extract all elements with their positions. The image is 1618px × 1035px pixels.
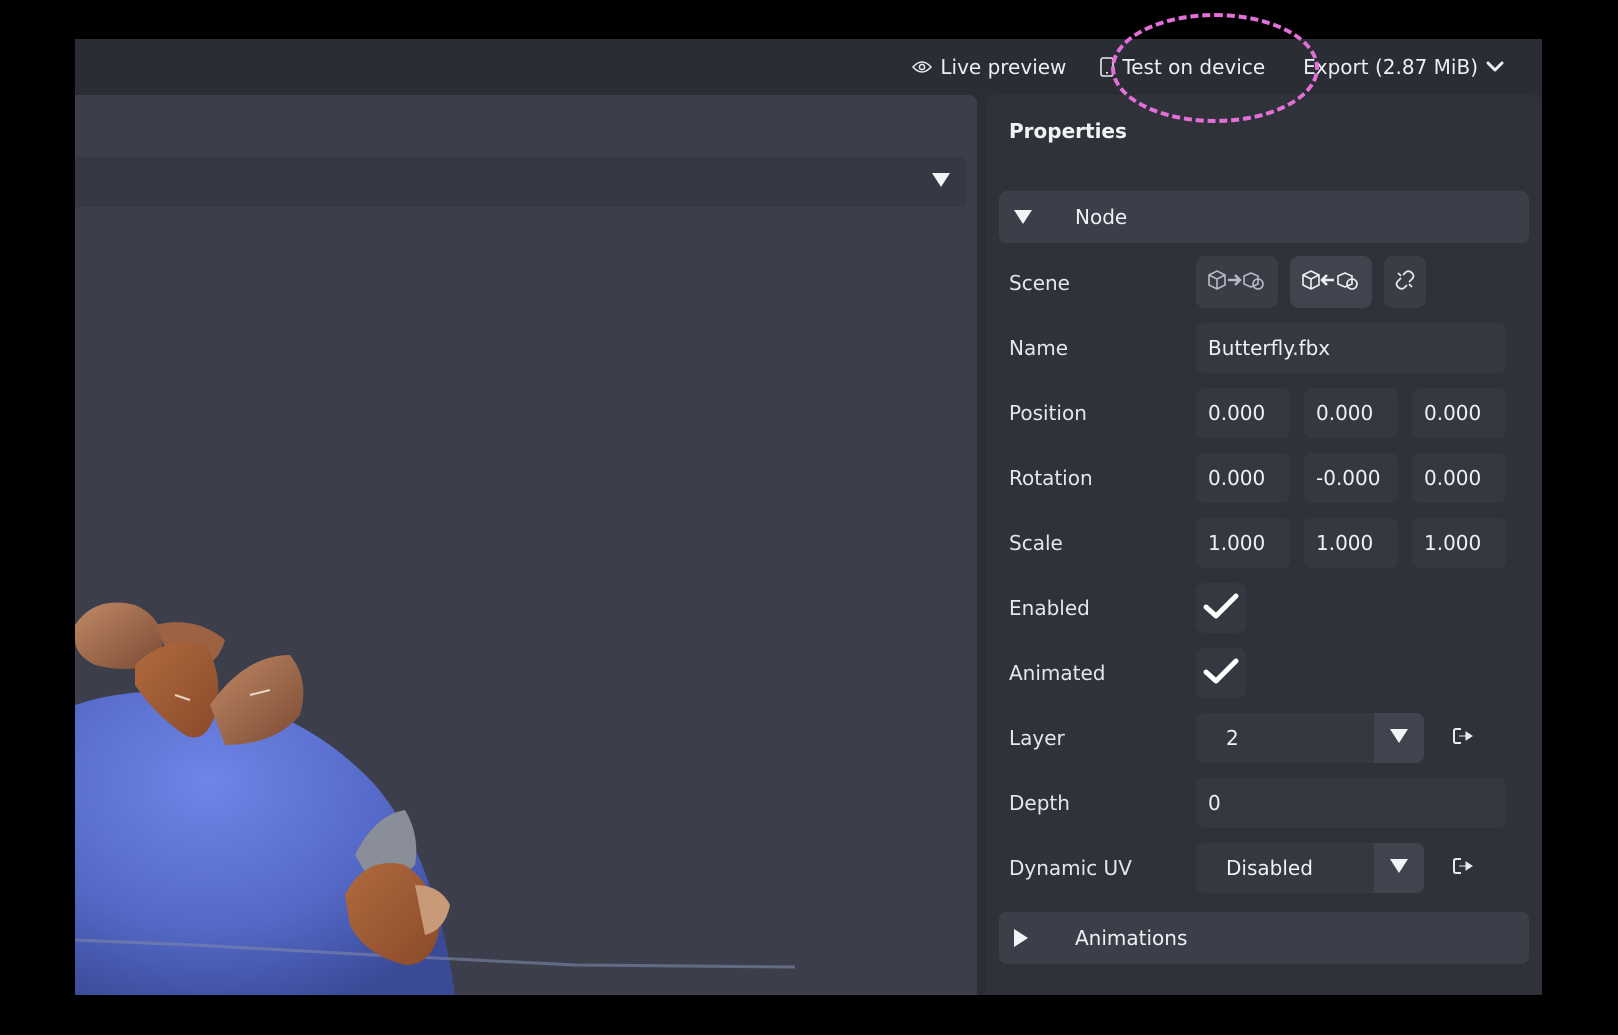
scene-label: Scene — [1009, 271, 1070, 295]
properties-panel: Properties Node Scene Name Butterfly.fbx… — [986, 95, 1542, 995]
dynamic-uv-label: Dynamic UV — [1009, 856, 1132, 880]
layer-value: 2 — [1226, 726, 1239, 750]
phone-icon — [1100, 56, 1115, 77]
enabled-checkbox[interactable] — [1196, 583, 1246, 633]
top-toolbar: Live preview Test on device Export (2.87… — [75, 39, 1542, 94]
unlink-button[interactable] — [1384, 256, 1426, 308]
export-button[interactable]: Export (2.87 MiB) — [1291, 47, 1516, 87]
rotation-z-field[interactable]: 0.000 — [1412, 453, 1506, 503]
layer-label: Layer — [1009, 726, 1065, 750]
scene-export-button[interactable] — [1196, 256, 1278, 308]
dynamic-uv-link-button[interactable] — [1451, 856, 1475, 880]
position-label: Position — [1009, 401, 1087, 425]
animations-section-label: Animations — [1075, 926, 1188, 950]
scene-import-button[interactable] — [1290, 256, 1372, 308]
rotation-x-field[interactable]: 0.000 — [1196, 453, 1290, 503]
export-label: Export (2.87 MiB) — [1303, 54, 1478, 79]
node-section-label: Node — [1075, 205, 1128, 229]
dynamic-uv-value: Disabled — [1226, 856, 1313, 880]
live-preview-button[interactable]: Live preview — [900, 47, 1078, 87]
unlink-icon — [1394, 269, 1416, 295]
scale-y-field[interactable]: 1.000 — [1304, 518, 1398, 568]
animated-checkbox[interactable] — [1196, 648, 1246, 698]
live-preview-label: Live preview — [940, 54, 1067, 79]
checkmark-icon — [1203, 657, 1239, 689]
test-on-device-label: Test on device — [1122, 54, 1266, 79]
depth-label: Depth — [1009, 791, 1070, 815]
checkmark-icon — [1203, 592, 1239, 624]
scale-label: Scale — [1009, 531, 1063, 555]
layer-link-button[interactable] — [1451, 726, 1475, 750]
animations-section-header[interactable]: Animations — [999, 912, 1529, 964]
eye-icon — [912, 60, 933, 74]
dynamic-uv-dropdown-button[interactable] — [1374, 843, 1424, 893]
animated-label: Animated — [1009, 661, 1106, 685]
node-section-header[interactable]: Node — [999, 191, 1529, 243]
triangle-down-icon — [1389, 728, 1409, 748]
scene-render — [75, 602, 796, 995]
app-window: Live preview Test on device Export (2.87… — [75, 39, 1542, 995]
test-on-device-button[interactable]: Test on device — [1088, 47, 1277, 87]
chevron-down-icon — [1486, 61, 1504, 73]
position-z-field[interactable]: 0.000 — [1412, 388, 1506, 438]
layer-dropdown-button[interactable] — [1374, 713, 1424, 763]
triangle-right-icon — [1013, 928, 1039, 948]
depth-field[interactable]: 0 — [1196, 778, 1506, 828]
rotation-label: Rotation — [1009, 466, 1093, 490]
triangle-down-icon — [1389, 858, 1409, 878]
scene-import-icon — [1300, 267, 1362, 297]
scale-x-field[interactable]: 1.000 — [1196, 518, 1290, 568]
name-field[interactable]: Butterfly.fbx — [1196, 323, 1506, 373]
position-y-field[interactable]: 0.000 — [1304, 388, 1398, 438]
enabled-label: Enabled — [1009, 596, 1090, 620]
external-link-icon — [1453, 727, 1473, 749]
name-label: Name — [1009, 336, 1069, 360]
scale-z-field[interactable]: 1.000 — [1412, 518, 1506, 568]
external-link-icon — [1453, 857, 1473, 879]
properties-title: Properties — [1009, 119, 1127, 143]
rotation-y-field[interactable]: -0.000 — [1304, 453, 1398, 503]
triangle-down-icon — [1013, 209, 1039, 225]
position-x-field[interactable]: 0.000 — [1196, 388, 1290, 438]
scene-export-icon — [1206, 267, 1268, 297]
scene-viewport[interactable] — [75, 95, 977, 995]
